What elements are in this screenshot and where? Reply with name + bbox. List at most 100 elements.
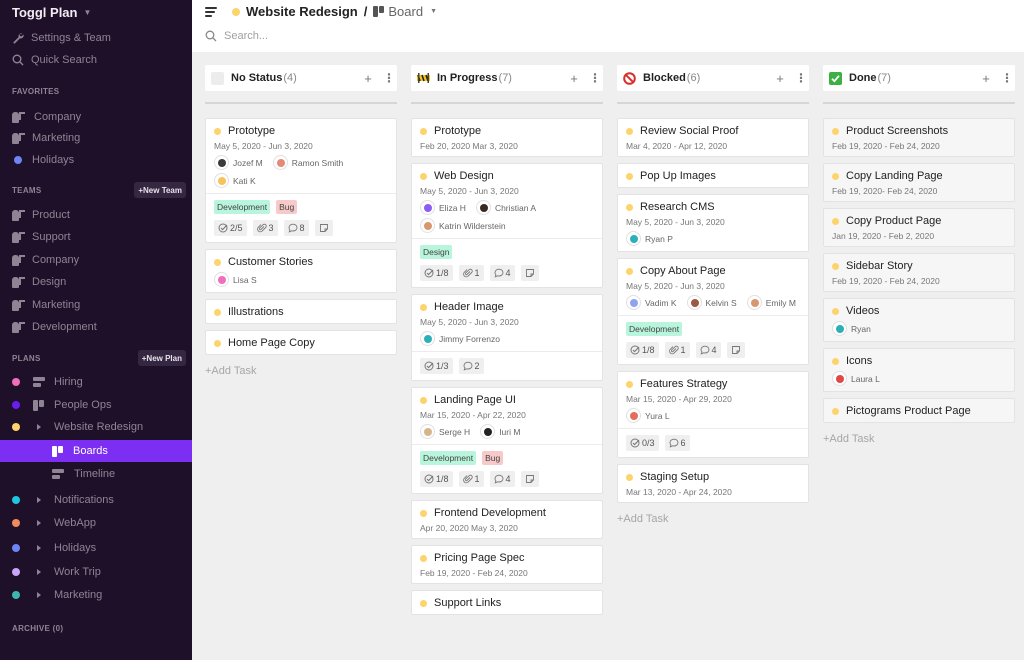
add-task-icon[interactable]: + [361,71,375,86]
comments-badge[interactable]: 8 [283,220,309,236]
add-task-link[interactable]: +Add Task [617,513,809,525]
team-item-marketing[interactable]: Marketing [0,294,192,316]
task-card[interactable]: Videos Ryan [823,298,1015,342]
note-badge[interactable] [314,220,333,236]
note-badge[interactable] [520,471,539,487]
add-task-icon[interactable]: + [979,71,993,86]
expand-caret-icon[interactable] [37,520,41,526]
task-card[interactable]: Copy About Page May 5, 2020 - Jun 3, 2020… [617,258,809,365]
favorite-item-marketing[interactable]: Marketing [0,127,192,149]
add-task-link[interactable]: +Add Task [205,365,397,377]
task-card[interactable]: Prototype May 5, 2020 - Jun 3, 2020 Jozef… [205,118,397,243]
note-badge[interactable] [520,265,539,281]
expand-caret-icon[interactable] [37,592,41,598]
tag[interactable]: Bug [482,451,504,465]
add-task-link[interactable]: +Add Task [823,433,1015,445]
team-item-company[interactable]: Company [0,249,192,271]
task-card[interactable]: Support Links [411,590,603,615]
task-card[interactable]: Customer Stories Lisa S [205,249,397,293]
team-item-product[interactable]: Product [0,204,192,226]
checklist-badge[interactable]: 1/8 [626,342,659,358]
checklist-badge[interactable]: 1/8 [420,471,453,487]
more-options-icon[interactable]: ⋮ [795,72,807,84]
team-item-development[interactable]: Development [0,316,192,338]
task-card[interactable]: Web Design May 5, 2020 - Jun 3, 2020 Eliz… [411,163,603,288]
new-team-button[interactable]: +New Team [134,182,186,198]
attachments-badge[interactable]: 1 [664,342,690,358]
plan-subitem-timeline[interactable]: Timeline [0,463,192,485]
note-badge[interactable] [726,342,745,358]
expand-caret-icon[interactable] [37,424,41,430]
more-options-icon[interactable]: ⋮ [383,72,395,84]
assignee-list: Ryan [832,321,1006,336]
new-plan-button[interactable]: +New Plan [137,350,186,366]
tag[interactable]: Development [626,322,683,336]
checklist-badge[interactable]: 2/5 [214,220,247,236]
tag[interactable]: Bug [276,200,298,214]
app-title: Toggl Plan [12,5,78,20]
plan-item-hiring[interactable]: Hiring [0,371,192,393]
plan-subitem-boards[interactable]: Boards [0,440,192,462]
view-switcher[interactable]: Board ▼ [373,4,437,19]
sidebar-item-quick-search[interactable]: Quick Search [0,49,192,71]
tag[interactable]: Design [420,245,453,259]
add-task-icon[interactable]: + [773,71,787,86]
task-card[interactable]: Sidebar Story Feb 19, 2020 - Feb 24, 2020 [823,253,1015,292]
plan-item-notifications[interactable]: Notifications [0,489,192,511]
team-item-design[interactable]: Design [0,271,192,293]
comments-badge[interactable]: 4 [489,471,515,487]
task-card[interactable]: Prototype Feb 20, 2020 Mar 3, 2020 [411,118,603,157]
checklist-badge[interactable]: 0/3 [626,435,659,451]
archive-link[interactable]: ARCHIVE (0) [12,624,63,633]
collapse-sidebar-icon[interactable] [205,7,217,17]
comments-badge[interactable]: 2 [458,358,484,374]
task-card[interactable]: Copy Product Page Jan 19, 2020 - Feb 2, 2… [823,208,1015,247]
plan-item-people-ops[interactable]: People Ops [0,394,192,416]
task-card[interactable]: Landing Page UI Mar 15, 2020 - Apr 22, 20… [411,387,603,494]
attachments-badge[interactable]: 1 [458,471,484,487]
task-card[interactable]: Pop Up Images [617,163,809,188]
plan-item-marketing[interactable]: Marketing [0,584,192,606]
task-card[interactable]: Frontend Development Apr 20, 2020 May 3, … [411,500,603,539]
expand-caret-icon[interactable] [37,497,41,503]
task-card[interactable]: Pictograms Product Page [823,398,1015,423]
more-options-icon[interactable]: ⋮ [1001,72,1013,84]
comments-badge[interactable]: 4 [489,265,515,281]
checklist-badge[interactable]: 1/8 [420,265,453,281]
add-task-icon[interactable]: + [567,71,581,86]
checklist-badge[interactable]: 1/3 [420,358,453,374]
favorite-item-holidays[interactable]: Holidays [0,149,192,171]
comments-badge[interactable]: 6 [664,435,690,451]
tag[interactable]: Development [420,451,477,465]
task-card[interactable]: Features Strategy Mar 15, 2020 - Apr 29, … [617,371,809,458]
plan-item-holidays[interactable]: Holidays [0,537,192,559]
more-options-icon[interactable]: ⋮ [589,72,601,84]
expand-caret-icon[interactable] [37,545,41,551]
task-card[interactable]: Copy Landing Page Feb 19, 2020- Feb 24, 2… [823,163,1015,202]
plan-item-webapp[interactable]: WebApp [0,512,192,534]
task-title: Home Page Copy [228,337,315,349]
task-card[interactable]: Staging Setup Mar 13, 2020 - Apr 24, 2020 [617,464,809,503]
task-card[interactable]: Home Page Copy [205,330,397,355]
task-card[interactable]: Icons Laura L [823,348,1015,392]
task-card[interactable]: Pricing Page Spec Feb 19, 2020 - Feb 24, … [411,545,603,584]
tag[interactable]: Development [214,200,271,214]
favorite-item-company[interactable]: Company [0,106,192,128]
project-name[interactable]: Website Redesign [246,4,358,19]
task-card[interactable]: Illustrations [205,299,397,324]
task-date-range: Feb 19, 2020 - Feb 24, 2020 [832,276,940,286]
attachments-badge[interactable]: 1 [458,265,484,281]
task-card[interactable]: Research CMS May 5, 2020 - Jun 3, 2020 Ry… [617,194,809,252]
team-item-support[interactable]: Support [0,226,192,248]
expand-caret-icon[interactable] [37,569,41,575]
plan-item-work-trip[interactable]: Work Trip [0,561,192,583]
workspace-switcher[interactable]: Toggl Plan ▼ [12,5,91,20]
task-card[interactable]: Product Screenshots Feb 19, 2020 - Feb 24… [823,118,1015,157]
sidebar-item-settings[interactable]: Settings & Team [0,27,192,49]
plan-item-website-redesign[interactable]: Website Redesign [0,416,192,438]
comments-badge[interactable]: 4 [695,342,721,358]
task-card[interactable]: Header Image May 5, 2020 - Jun 3, 2020 Ji… [411,294,603,381]
attachments-badge[interactable]: 3 [252,220,278,236]
task-card[interactable]: Review Social Proof Mar 4, 2020 - Apr 12,… [617,118,809,157]
search-input[interactable] [224,30,524,42]
